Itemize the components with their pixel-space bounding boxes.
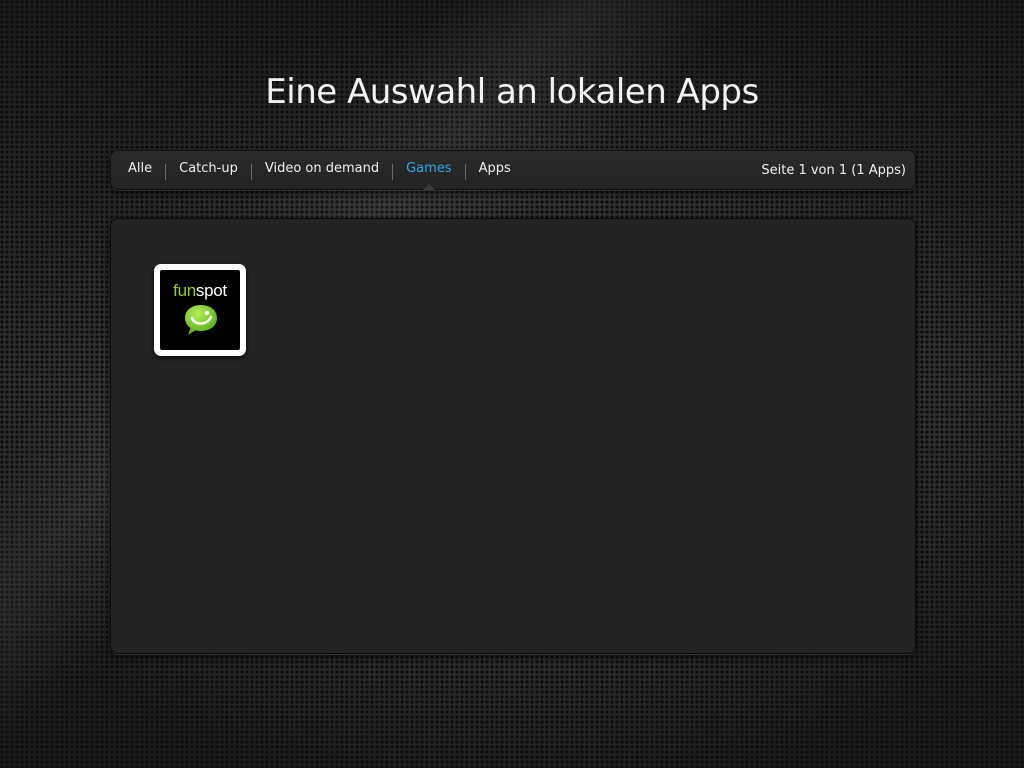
tab-apps[interactable]: Apps <box>471 150 519 190</box>
page-title: Eine Auswahl an lokalen Apps <box>265 72 759 112</box>
tab-alle[interactable]: Alle <box>120 150 160 190</box>
logo-text-fun: fun <box>173 281 196 300</box>
funspot-logo-text: funspot <box>160 282 240 300</box>
tab-video-on-demand[interactable]: Video on demand <box>257 150 387 190</box>
tab-separator <box>392 164 394 180</box>
logo-text-spot: spot <box>195 281 227 300</box>
category-nav-bar: Alle Catch-up Video on demand Games Apps… <box>110 150 916 190</box>
chat-bubble-smiley-icon <box>185 305 217 335</box>
page-status: Seite 1 von 1 (1 Apps) <box>761 163 906 178</box>
tab-separator <box>464 164 466 180</box>
funspot-app-icon: funspot <box>160 270 240 350</box>
category-tabs: Alle Catch-up Video on demand Games Apps <box>120 150 519 190</box>
app-tile-funspot[interactable]: funspot <box>154 264 246 356</box>
tab-separator <box>165 164 167 180</box>
tab-games[interactable]: Games <box>398 150 459 190</box>
app-grid-panel: funspot <box>110 218 916 654</box>
tab-separator <box>250 164 252 180</box>
tab-catch-up[interactable]: Catch-up <box>171 150 246 190</box>
